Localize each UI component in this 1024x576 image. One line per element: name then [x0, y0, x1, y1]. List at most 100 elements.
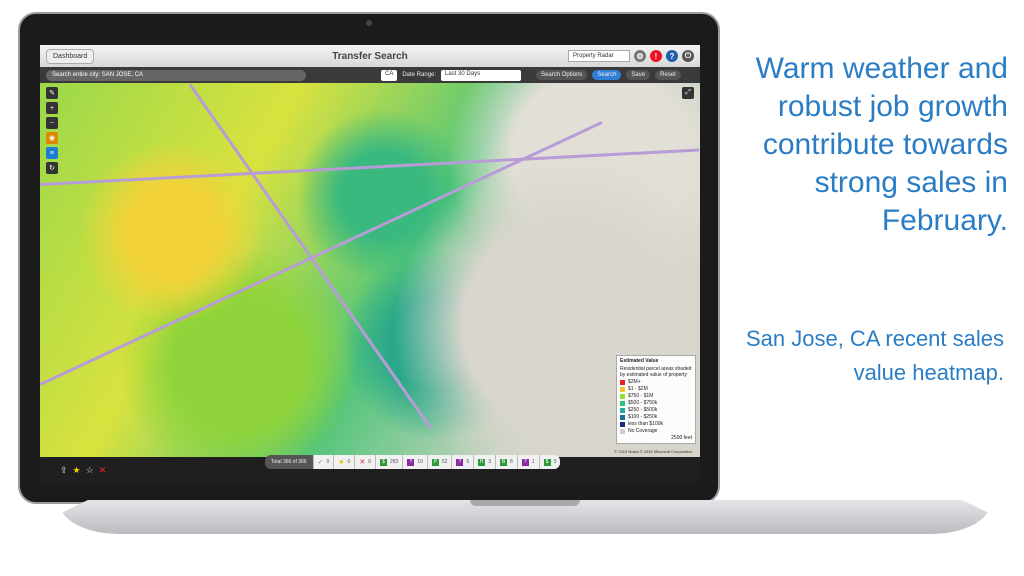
legend-item: $250 - $500k: [620, 407, 692, 413]
count-value: 283: [389, 459, 399, 465]
bottom-toolbar: ⇪ ★ ☆ ✕ Total 366 of 366 ✓ 0 ★ 0 ✕ 0 $283? 10 P 5…: [40, 455, 700, 483]
count-value: 3: [553, 459, 557, 465]
locate-icon[interactable]: ◉: [46, 132, 58, 144]
save-button[interactable]: Save: [626, 70, 651, 80]
marker-icon: B: [500, 458, 507, 466]
legend-description: Residential parcel areas shaded by estim…: [620, 366, 692, 378]
legend-label: $500 - $750k: [628, 400, 658, 406]
legend-label: less than $100k: [628, 421, 664, 427]
search-button[interactable]: Search: [592, 70, 622, 80]
search-options-button[interactable]: Search Options: [536, 70, 588, 80]
legend-label: $1 - $2M: [628, 386, 648, 392]
legend-swatch: [620, 400, 625, 406]
filter-count[interactable]: ? 10: [402, 455, 427, 469]
legend-item: $1 - $2M: [620, 386, 692, 392]
draw-icon[interactable]: ✎: [46, 87, 58, 99]
legend-label: $100 - $250k: [628, 414, 658, 420]
zoom-in-icon[interactable]: +: [46, 102, 58, 114]
legend-swatch: [620, 393, 625, 399]
legend-swatch: [620, 414, 625, 420]
marker-icon: H: [478, 458, 486, 466]
legend-swatch: [620, 428, 625, 434]
delete-icon[interactable]: ✕: [99, 465, 107, 476]
total-count: Total 366 of 366: [265, 455, 313, 469]
date-range-label: Date Range:: [402, 72, 437, 78]
status-counts: Total 366 of 366 ✓ 0 ★ 0 ✕ 0 $283? 10 P 52? 6 H 3 B 8?…: [265, 455, 561, 469]
filter-count[interactable]: ✕ 0: [354, 455, 375, 469]
count-value: 6: [466, 459, 470, 465]
map-copyright: © 2015 Nokia © 2015 Microsoft Corporatio…: [614, 449, 692, 454]
filter-count[interactable]: B8: [495, 455, 517, 469]
count-value: 0: [368, 459, 371, 465]
reset-button[interactable]: Reset: [655, 70, 681, 80]
count-value: 52: [441, 459, 448, 465]
filter-count[interactable]: ★ 0: [333, 455, 355, 469]
caption: San Jose, CA recent sales value heatmap.: [745, 326, 1004, 385]
legend-item: $2M+: [620, 379, 692, 385]
search-input[interactable]: Search entire city: SAN JOSE, CA: [46, 69, 306, 81]
map-tools: ✎ + − ◉ ≡ ↻: [46, 87, 58, 174]
account-select[interactable]: Property Radar: [568, 50, 630, 62]
legend-title: Estimated Value: [620, 358, 659, 364]
x-icon: ✕: [359, 459, 366, 466]
filter-count[interactable]: P 52: [426, 455, 452, 469]
refresh-icon[interactable]: ↻: [46, 162, 58, 174]
app-screen: Dashboard Transfer Search Property Radar…: [40, 45, 700, 483]
legend-item: $100 - $250k: [620, 414, 692, 420]
power-icon[interactable]: ⏻: [682, 50, 694, 62]
count-value: 0: [347, 459, 351, 465]
state-select[interactable]: CA: [381, 69, 398, 81]
title-bar: Dashboard Transfer Search Property Radar…: [40, 45, 700, 67]
filter-count[interactable]: $283: [374, 455, 403, 469]
count-value: 3: [488, 459, 491, 465]
date-range-select[interactable]: Last 30 Days: [441, 69, 522, 81]
filter-count[interactable]: H3: [473, 455, 495, 469]
legend-item: $500 - $750k: [620, 400, 692, 406]
star-icon[interactable]: ★: [73, 465, 81, 476]
legend-item: $750 - $1M: [620, 393, 692, 399]
marker-icon: ?: [521, 458, 529, 466]
filter-count[interactable]: $3: [538, 455, 561, 469]
count-value: 10: [417, 459, 423, 465]
marker-icon: P: [431, 458, 439, 466]
legend-swatch: [620, 421, 625, 427]
highway: [40, 148, 700, 186]
check-icon: ✓: [317, 459, 324, 466]
marker-icon: ?: [407, 458, 415, 466]
legend-label: $2M+: [628, 379, 641, 385]
layers-icon[interactable]: ≡: [46, 147, 58, 159]
star-icon: ★: [338, 459, 345, 466]
fullscreen-icon[interactable]: ⤢: [682, 87, 694, 99]
legend-label: No Coverage: [628, 428, 658, 434]
legend-swatch: [620, 379, 625, 385]
camera: [366, 20, 372, 26]
headline: Warm weather and robust job growth contr…: [755, 52, 1008, 237]
export-icon[interactable]: ⇪: [60, 465, 68, 476]
search-bar: Search entire city: SAN JOSE, CA CA Date…: [40, 67, 700, 83]
help-icon[interactable]: ?: [666, 50, 678, 62]
unstar-icon[interactable]: ☆: [86, 465, 94, 476]
gear-icon[interactable]: ⚙: [634, 50, 646, 62]
legend-item: less than $100k: [620, 421, 692, 427]
alert-icon[interactable]: !: [650, 50, 662, 62]
filter-count[interactable]: ? 6: [451, 455, 474, 469]
laptop-notch: [470, 500, 580, 506]
count-value: 1: [531, 459, 535, 465]
legend-item: No Coverage: [620, 428, 692, 434]
marker-icon: $: [543, 458, 551, 466]
zoom-out-icon[interactable]: −: [46, 117, 58, 129]
laptop-base: [60, 500, 990, 534]
map-scale: 2500 feet: [671, 435, 692, 441]
highway: [40, 121, 603, 386]
marker-icon: ?: [456, 458, 464, 466]
legend-label: $250 - $500k: [628, 407, 658, 413]
legend-swatch: [620, 407, 625, 413]
filter-count[interactable]: ? 1: [516, 455, 539, 469]
map-legend: Estimated Value Residential parcel areas…: [616, 355, 696, 444]
count-value: 8: [510, 459, 513, 465]
filter-count[interactable]: ✓ 0: [312, 455, 334, 469]
count-value: 0: [326, 459, 330, 465]
legend-label: $750 - $1M: [628, 393, 654, 399]
heatmap[interactable]: ✎ + − ◉ ≡ ↻ ⤢ Estimated Value Residentia…: [40, 83, 700, 457]
dashboard-button[interactable]: Dashboard: [46, 48, 95, 64]
